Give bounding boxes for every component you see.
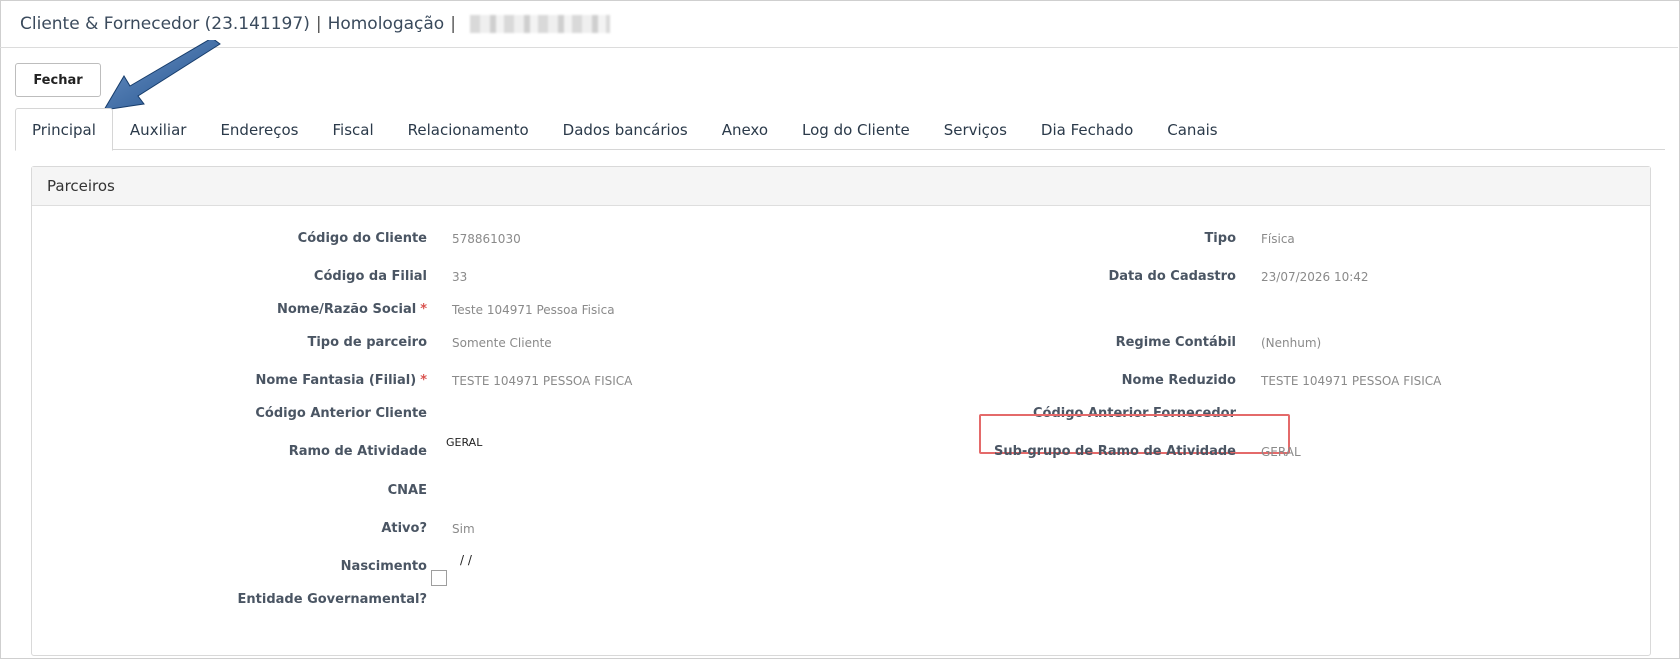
value-codigo-filial: 33 (452, 270, 468, 284)
label-entidade-governamental: Entidade Governamental? (237, 592, 427, 607)
value-data-cadastro: 23/07/2026 10:42 (1261, 270, 1369, 284)
value-ramo-atividade[interactable]: GERAL (446, 436, 482, 449)
tab-dados-bancarios[interactable]: Dados bancários (546, 108, 705, 150)
label-ramo-atividade: Ramo de Atividade (288, 444, 427, 459)
label-nascimento: Nascimento (340, 559, 427, 574)
label-nome-reduzido: Nome Reduzido (1121, 373, 1236, 388)
tab-dia-fechado[interactable]: Dia Fechado (1024, 108, 1150, 150)
label-tipo: Tipo (1204, 231, 1236, 246)
label-tipo-parceiro: Tipo de parceiro (307, 335, 427, 350)
value-ativo: Sim (452, 522, 475, 536)
environment-label: Homologação (327, 13, 445, 34)
label-nome-razao-social: Nome/Razão Social * (277, 302, 427, 317)
tab-auxiliar[interactable]: Auxiliar (113, 108, 204, 150)
label-regime-contabil: Regime Contábil (1115, 335, 1236, 350)
tab-principal[interactable]: Principal (15, 108, 113, 151)
tab-bar: Principal Auxiliar Endereços Fiscal Rela… (15, 108, 1665, 151)
panel-title: Parceiros (32, 167, 1650, 206)
value-codigo-cliente: 578861030 (452, 232, 521, 246)
tab-enderecos[interactable]: Endereços (203, 108, 315, 150)
tab-servicos[interactable]: Serviços (927, 108, 1024, 150)
label-ativo: Ativo? (381, 521, 427, 536)
label-data-cadastro: Data do Cadastro (1108, 269, 1236, 284)
tab-log-do-cliente[interactable]: Log do Cliente (785, 108, 927, 150)
value-nome-reduzido: TESTE 104971 PESSOA FISICA (1261, 374, 1442, 388)
label-subgrupo-ramo-atividade: Sub-grupo de Ramo de Atividade (994, 444, 1236, 459)
value-regime-contabil: (Nenhum) (1261, 336, 1322, 350)
value-tipo-parceiro: Somente Cliente (452, 336, 552, 350)
label-codigo-cliente: Código do Cliente (297, 231, 427, 246)
redacted-company-name (469, 14, 610, 33)
required-marker: * (420, 302, 427, 317)
value-nome-fantasia: TESTE 104971 PESSOA FISICA (452, 374, 633, 388)
entidade-governamental-checkbox[interactable] (431, 570, 447, 586)
title-bar: Cliente & Fornecedor (23.141197) | Homol… (0, 0, 1678, 48)
close-button[interactable]: Fechar (15, 63, 101, 97)
label-cnae: CNAE (387, 483, 427, 498)
tab-fiscal[interactable]: Fiscal (315, 108, 390, 150)
value-nascimento[interactable]: / / (460, 553, 472, 567)
label-nome-fantasia: Nome Fantasia (Filial) * (255, 373, 428, 388)
label-codigo-anterior-cliente: Código Anterior Cliente (255, 406, 427, 421)
label-codigo-filial: Código da Filial (313, 269, 427, 284)
tab-canais[interactable]: Canais (1150, 108, 1234, 150)
value-subgrupo-ramo-atividade: GERAL (1261, 445, 1301, 459)
value-nome-razao-social: Teste 104971 Pessoa Fisica (452, 303, 615, 317)
title-separator: | (315, 13, 322, 34)
required-marker: * (420, 373, 427, 388)
tab-relacionamento[interactable]: Relacionamento (391, 108, 546, 150)
value-tipo: Física (1261, 232, 1295, 246)
title-separator-2: | (450, 13, 456, 34)
tab-anexo[interactable]: Anexo (705, 108, 785, 150)
page-title: Cliente & Fornecedor (23.141197) (20, 13, 310, 34)
